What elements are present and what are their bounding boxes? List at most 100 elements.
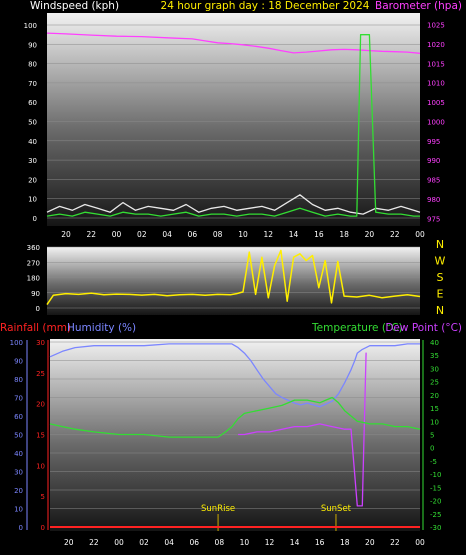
rain-tick-label: 20 [36, 401, 45, 409]
x-tick-label: 02 [137, 230, 147, 239]
rain-tick-label: 30 [36, 339, 45, 347]
x-tick-label: 20 [365, 230, 375, 239]
left-tick-label: 20 [28, 176, 37, 184]
temperature-tick-label: 40 [430, 339, 439, 347]
x-tick-label: 22 [89, 538, 99, 547]
x-tick-label: 08 [215, 538, 225, 547]
left-tick-label: 0 [33, 215, 37, 223]
left-tick-label: 30 [28, 157, 37, 165]
x-tick-label: 02 [139, 538, 149, 547]
direction-plot-area [47, 247, 420, 315]
right-tick-label: 1015 [427, 60, 445, 68]
temperature-tick-label: 30 [430, 365, 439, 373]
humidity-tick-label: 30 [14, 469, 23, 477]
x-tick-label: 00 [415, 538, 425, 547]
x-tick-label: 10 [238, 230, 248, 239]
right-tick-label: 1025 [427, 22, 445, 30]
temperature-tick-label: -25 [430, 511, 441, 519]
x-tick-label: 16 [314, 230, 324, 239]
rain-tick-label: 15 [36, 432, 45, 440]
x-tick-label: 14 [290, 538, 300, 547]
humidity-tick-label: 40 [14, 450, 23, 458]
x-tick-label: 18 [339, 230, 349, 239]
humidity-tick-label: 50 [14, 432, 23, 440]
left-tick-label: 70 [28, 80, 37, 88]
left-tick-label: 80 [28, 61, 37, 69]
x-tick-label: 08 [213, 230, 223, 239]
temperature-tick-label: 15 [430, 405, 439, 413]
humidity-tick-label: 20 [14, 487, 23, 495]
chart-title: 24 hour graph day : 18 December 2024 [161, 0, 370, 12]
temperature-tick-label: 25 [430, 379, 439, 387]
humidity-tick-label: 10 [14, 506, 23, 514]
compass-label: N [436, 304, 444, 317]
x-tick-label: 22 [390, 230, 400, 239]
direction-tick-label: 0 [36, 305, 40, 313]
direction-tick-label: 90 [31, 290, 40, 298]
temperature-tick-label: 10 [430, 418, 439, 426]
x-tick-label: 06 [189, 538, 199, 547]
x-tick-label: 12 [263, 230, 273, 239]
humidity-axis-label: Humidity (%) [67, 322, 136, 334]
x-tick-label: 06 [188, 230, 198, 239]
temperature-tick-label: -15 [430, 484, 441, 492]
x-tick-label: 20 [61, 230, 71, 239]
rain-tick-label: 25 [36, 370, 45, 378]
direction-tick-label: 180 [27, 275, 40, 283]
humidity-tick-label: 60 [14, 413, 23, 421]
humidity-tick-label: 100 [10, 339, 23, 347]
x-tick-label: 00 [114, 538, 124, 547]
top-left-axis-label: Windspeed (kph) [30, 0, 119, 12]
temperature-tick-label: -10 [430, 471, 441, 479]
x-tick-label: 20 [365, 538, 375, 547]
right-tick-label: 985 [427, 177, 440, 185]
x-tick-label: 16 [315, 538, 325, 547]
top-right-axis-label: Barometer (hpa) [375, 0, 462, 12]
x-tick-label: 04 [162, 230, 172, 239]
dewpoint-axis-label: Dew Point (°C) [385, 322, 462, 334]
top-plot-area [47, 13, 420, 226]
compass-label: W [435, 255, 446, 268]
x-tick-label: 00 [415, 230, 425, 239]
left-tick-label: 50 [28, 119, 37, 127]
left-tick-label: 60 [28, 99, 37, 107]
left-tick-label: 100 [24, 22, 37, 30]
rain-axis-label: Rainfall (mm) [0, 322, 71, 334]
right-tick-label: 995 [427, 138, 440, 146]
x-tick-label: 18 [340, 538, 350, 547]
rain-tick-label: 10 [36, 462, 45, 470]
compass-label: E [437, 288, 444, 301]
x-tick-label: 00 [112, 230, 122, 239]
compass-label: S [437, 271, 444, 284]
humidity-tick-label: 80 [14, 376, 23, 384]
temperature-tick-label: 5 [430, 432, 434, 440]
left-tick-label: 40 [28, 138, 37, 146]
temperature-tick-label: 20 [430, 392, 439, 400]
sunrise-label: SunRise [201, 504, 235, 514]
compass-label: N [436, 238, 444, 251]
rain-tick-label: 5 [41, 493, 45, 501]
sunset-label: SunSet [321, 504, 352, 514]
x-tick-label: 12 [265, 538, 275, 547]
left-tick-label: 10 [28, 196, 37, 204]
humidity-tick-label: 0 [19, 524, 23, 532]
x-tick-label: 22 [390, 538, 400, 547]
x-tick-label: 04 [164, 538, 174, 547]
temperature-tick-label: -20 [430, 498, 441, 506]
temperature-tick-label: 0 [430, 445, 434, 453]
right-tick-label: 1000 [427, 118, 445, 126]
right-tick-label: 1010 [427, 80, 445, 88]
temperature-tick-label: 35 [430, 352, 439, 360]
temperature-tick-label: -5 [430, 458, 437, 466]
right-tick-label: 1005 [427, 99, 445, 107]
left-tick-label: 90 [28, 41, 37, 49]
humidity-tick-label: 90 [14, 358, 23, 366]
x-tick-label: 10 [240, 538, 250, 547]
right-tick-label: 975 [427, 215, 440, 223]
right-tick-label: 980 [427, 196, 440, 204]
x-tick-label: 14 [289, 230, 299, 239]
rain-tick-label: 0 [41, 524, 45, 532]
weather-24h-chart: Windspeed (kph) 24 hour graph day : 18 D… [0, 0, 462, 547]
direction-tick-label: 270 [27, 259, 40, 267]
x-tick-label: 22 [86, 230, 96, 239]
